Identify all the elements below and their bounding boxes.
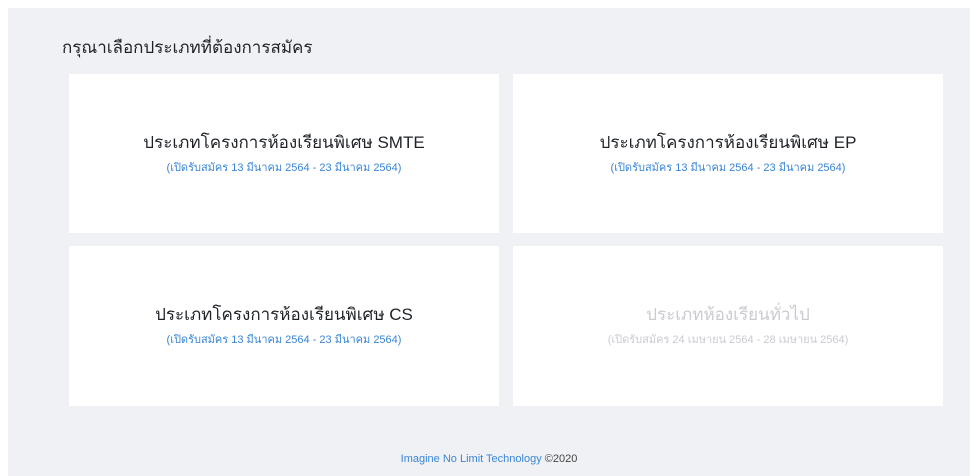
card-period: (เปิดรับสมัคร 24 เมษายน 2564 - 28 เมษายน… <box>607 334 849 346</box>
category-card-ep[interactable]: ประเภทโครงการห้องเรียนพิเศษ EP (เปิดรับส… <box>513 74 943 233</box>
card-content: ประเภทโครงการห้องเรียนพิเศษ SMTE (เปิดรั… <box>69 132 499 176</box>
category-card-general: ประเภทห้องเรียนทั่วไป (เปิดรับสมัคร 24 เ… <box>513 246 943 406</box>
category-card-cs[interactable]: ประเภทโครงการห้องเรียนพิเศษ CS (เปิดรับส… <box>69 246 499 406</box>
page-heading: กรุณาเลือกประเภทที่ต้องการสมัคร <box>62 38 313 57</box>
footer: Imagine No Limit Technology ©2020 <box>8 451 970 467</box>
card-period: (เปิดรับสมัคร 13 มีนาคม 2564 - 23 มีนาคม… <box>610 161 846 174</box>
card-title: ประเภทโครงการห้องเรียนพิเศษ CS <box>155 305 413 324</box>
main-panel: กรุณาเลือกประเภทที่ต้องการสมัคร ประเภทโค… <box>8 8 970 476</box>
card-period: (เปิดรับสมัคร 13 มีนาคม 2564 - 23 มีนาคม… <box>166 334 402 346</box>
card-content: ประเภทห้องเรียนทั่วไป (เปิดรับสมัคร 24 เ… <box>513 304 943 348</box>
card-title: ประเภทโครงการห้องเรียนพิเศษ SMTE <box>143 132 425 152</box>
footer-copyright: ©2020 <box>544 453 578 465</box>
card-period: (เปิดรับสมัคร 13 มีนาคม 2564 - 23 มีนาคม… <box>166 161 402 174</box>
footer-company-link[interactable]: Imagine No Limit Technology <box>401 453 542 465</box>
card-content: ประเภทโครงการห้องเรียนพิเศษ EP (เปิดรับส… <box>513 132 943 176</box>
card-title: ประเภทโครงการห้องเรียนพิเศษ EP <box>599 132 857 152</box>
category-card-smte[interactable]: ประเภทโครงการห้องเรียนพิเศษ SMTE (เปิดรั… <box>69 74 499 233</box>
card-content: ประเภทโครงการห้องเรียนพิเศษ CS (เปิดรับส… <box>69 304 499 348</box>
card-title: ประเภทห้องเรียนทั่วไป <box>646 305 810 324</box>
